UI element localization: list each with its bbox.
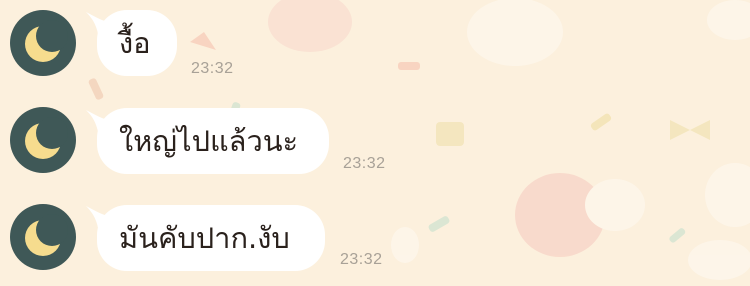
message-timestamp: 23:32 — [340, 251, 383, 268]
message-timestamp: 23:32 — [343, 155, 386, 172]
crescent-moon-icon — [25, 214, 68, 256]
avatar[interactable] — [10, 204, 76, 270]
message-bubble[interactable]: ใหญ่ไปแล้วนะ — [97, 108, 329, 174]
avatar[interactable] — [10, 107, 76, 173]
message-text: ใหญ่ไปแล้วนะ — [119, 124, 299, 158]
crescent-moon-icon — [25, 117, 68, 159]
message-bubble[interactable]: มันคับปาก.งับ — [97, 205, 325, 271]
chat-message: มันคับปาก.งับ 23:32 — [0, 0, 750, 271]
message-text: มันคับปาก.งับ — [119, 221, 290, 255]
